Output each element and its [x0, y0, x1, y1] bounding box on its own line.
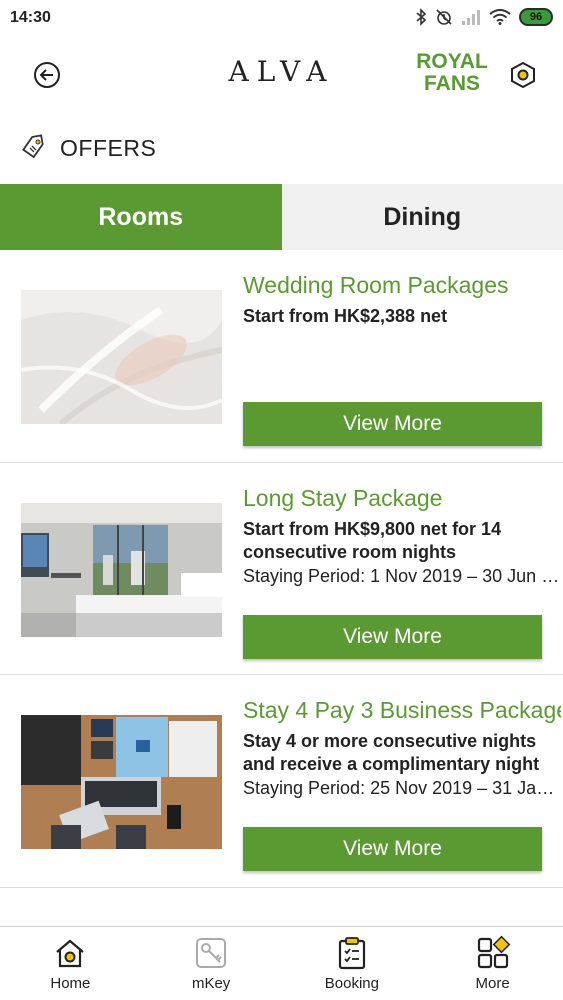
back-arrow-icon — [34, 62, 60, 88]
offer-period: Staying Period: 1 Nov 2019 – 30 Jun 2020 — [243, 565, 561, 586]
status-bar: 14:30 96 — [0, 0, 563, 38]
more-grid-icon — [477, 935, 510, 969]
tab-dining[interactable]: Dining — [281, 184, 563, 250]
nav-home[interactable]: Home — [0, 927, 141, 1000]
alarm-off-icon — [436, 9, 452, 25]
home-icon — [56, 939, 85, 968]
bluetooth-icon — [416, 8, 427, 26]
back-button[interactable] — [32, 60, 62, 90]
tab-rooms[interactable]: Rooms — [0, 184, 282, 250]
wedding-veil-image[interactable] — [21, 290, 222, 424]
nav-booking-label: Booking — [324, 975, 379, 992]
bottom-navigation: Home mKey Booking More — [0, 926, 563, 1000]
business-travel-image[interactable] — [21, 715, 222, 849]
royal-fans-link[interactable]: ROYAL FANS — [405, 51, 499, 95]
wifi-icon — [489, 9, 511, 25]
status-time: 14:30 — [10, 9, 51, 26]
offer-title[interactable]: Stay 4 Pay 3 Business Package — [243, 697, 561, 724]
nav-home-label: Home — [50, 975, 91, 992]
page-title: OFFERS — [60, 135, 157, 161]
category-tabs: Rooms Dining — [0, 184, 563, 250]
offer-description: Start from HK$9,800 net for 14 consecuti… — [243, 518, 502, 562]
nav-more[interactable]: More — [422, 927, 563, 1000]
nav-more-label: More — [475, 975, 510, 992]
offer-card: Stay 4 Pay 3 Business Package Stay 4 or … — [0, 675, 563, 888]
royal-fans-line2: FANS — [423, 72, 480, 95]
section-header: OFFERS — [0, 126, 563, 170]
offer-description: Stay 4 or more consecutive nights and re… — [243, 731, 540, 774]
nav-mkey[interactable]: mKey — [141, 927, 282, 1000]
signal-icon — [462, 10, 480, 25]
offers-list: Wedding Room Packages Start from HK$2,38… — [0, 250, 563, 888]
nav-mkey-label: mKey — [191, 975, 231, 992]
view-more-button[interactable]: View More — [243, 827, 542, 871]
offer-period: Staying Period: 25 Nov 2019 – 31 Jan 202… — [243, 778, 561, 798]
settings-button[interactable] — [508, 60, 538, 90]
offer-title[interactable]: Long Stay Package — [243, 485, 561, 512]
view-more-button[interactable]: View More — [243, 402, 542, 446]
key-card-icon — [196, 938, 227, 968]
nav-booking[interactable]: Booking — [282, 927, 423, 1000]
royal-fans-line1: ROYAL — [416, 50, 488, 73]
offer-card: Long Stay Package Start from HK$9,800 ne… — [0, 463, 563, 675]
hexagon-settings-icon — [511, 61, 535, 89]
hotel-room-image[interactable] — [21, 502, 222, 637]
offer-title[interactable]: Wedding Room Packages — [243, 272, 561, 299]
offer-tag-icon — [22, 134, 44, 159]
view-more-button[interactable]: View More — [243, 614, 542, 659]
battery-icon: 96 — [519, 8, 553, 26]
status-icons: 96 — [415, 8, 553, 26]
app-header: ALVA ROYAL FANS — [0, 38, 563, 112]
offer-card: Wedding Room Packages Start from HK$2,38… — [0, 250, 563, 463]
offer-description: Start from HK$2,388 net — [243, 306, 448, 326]
booking-clipboard-icon — [338, 937, 365, 970]
